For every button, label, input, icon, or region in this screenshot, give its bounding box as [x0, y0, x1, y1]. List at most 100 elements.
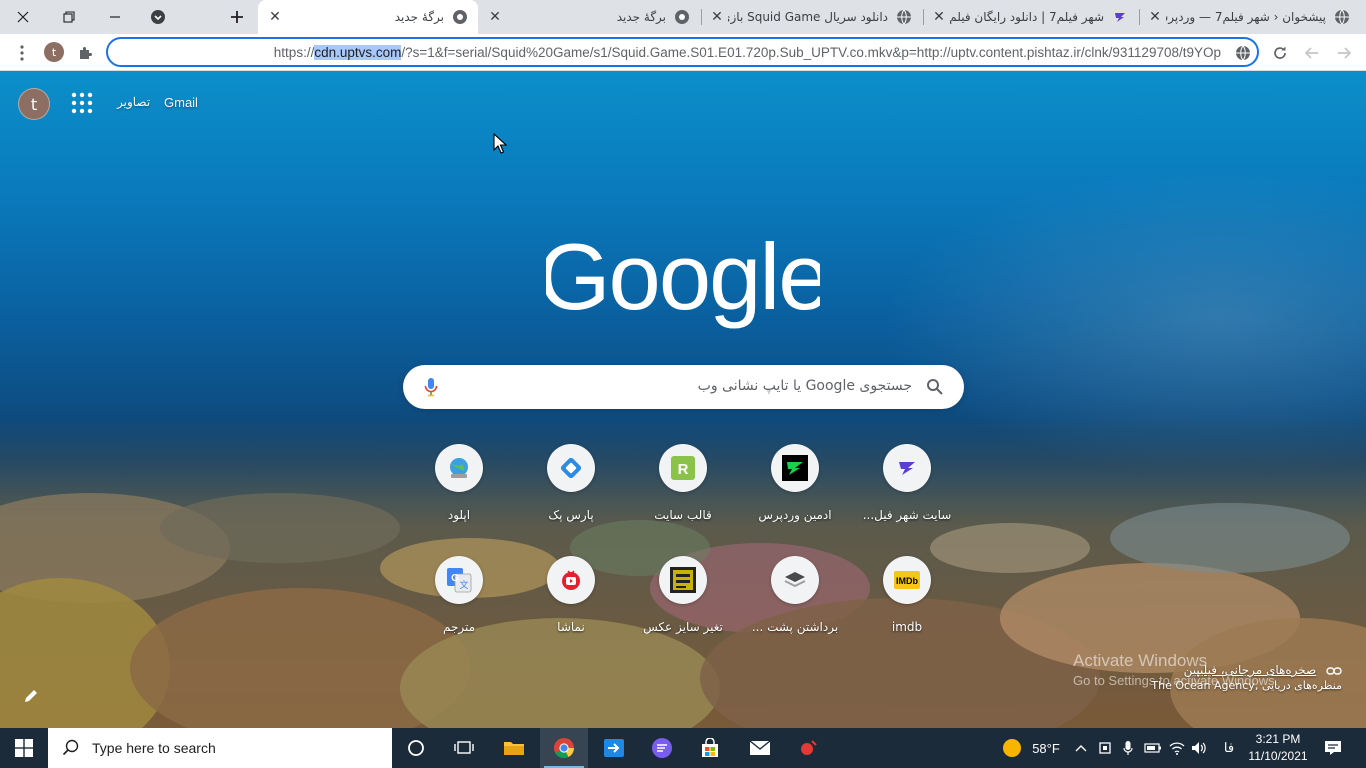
tab-strip: ✕ برگهٔ جدید ✕ برگهٔ جدید ✕ دانلود سریال… — [0, 0, 1366, 34]
shortcut-namasha[interactable]: نماشا — [515, 550, 627, 654]
file-explorer-button[interactable] — [490, 728, 538, 768]
customize-pencil-icon[interactable] — [20, 685, 42, 707]
input-language-button[interactable]: فا — [1216, 728, 1242, 768]
app-taskbar-button-2[interactable] — [638, 728, 686, 768]
ntp-profile-avatar[interactable]: t — [18, 88, 50, 120]
ntp-search-box[interactable]: جستجوی Google یا تایپ نشانی وب — [403, 365, 964, 409]
tab-squid-game[interactable]: ✕ دانلود سریال Squid Game بازی — [702, 0, 922, 34]
sun-icon — [1003, 739, 1022, 757]
shortcut-label: imdb — [891, 620, 923, 634]
network-button[interactable] — [1166, 728, 1188, 768]
google-apps-icon[interactable] — [71, 92, 93, 114]
shortcut-theme-site[interactable]: R قالب سایت — [627, 438, 739, 542]
mail-button[interactable] — [736, 728, 784, 768]
tray-device-icon[interactable] — [1094, 728, 1116, 768]
profile-avatar-button[interactable]: t — [44, 42, 64, 62]
cortana-button[interactable] — [392, 728, 440, 768]
shahrfilm-icon — [883, 444, 931, 492]
upload-globe-icon — [435, 444, 483, 492]
url-text[interactable]: https://cdn.uptvs.com/?s=1&f=serial/Squi… — [274, 45, 1221, 60]
google-logo: Google — [546, 229, 820, 329]
speaker-icon — [1192, 742, 1206, 754]
tab-close-button[interactable]: ✕ — [706, 6, 728, 28]
imdb-icon: IMDb — [883, 556, 931, 604]
site-info-globe-icon[interactable] — [1235, 45, 1251, 61]
tab-shahrfilm[interactable]: ✕ شهر فیلم7 | دانلود رایگان فیلم — [924, 0, 1138, 34]
gmail-link[interactable]: Gmail — [164, 95, 198, 110]
shortcut-label: قالب سایت — [654, 508, 712, 522]
globe-icon — [1334, 9, 1350, 25]
chrome-favicon-icon — [674, 9, 690, 25]
microphone-tray-button[interactable] — [1118, 728, 1138, 768]
shortcut-label: نماشا — [557, 620, 585, 634]
tab-wp-dashboard[interactable]: ✕ پیشخوان ‹ شهر فیلم7 — وردپرس — [1140, 0, 1360, 34]
shortcut-shahrfilm[interactable]: سایت شهر فیل... — [851, 438, 963, 542]
menu-button[interactable] — [8, 39, 36, 67]
windows-taskbar: Type here to search 58°F فا 3:21 PM 11/1… — [0, 728, 1366, 768]
window-close-button[interactable] — [0, 0, 46, 34]
forward-button[interactable] — [1298, 39, 1326, 67]
shortcut-label: تغیر سایز عکس — [643, 620, 723, 634]
extensions-button[interactable] — [72, 39, 100, 67]
url-rest: /?s=1&f=serial/Squid%20Game/s1/Squid.Gam… — [401, 45, 1221, 60]
task-view-button[interactable] — [440, 728, 488, 768]
back-button[interactable] — [1330, 39, 1358, 67]
svg-text:R: R — [678, 461, 689, 478]
reload-button[interactable] — [1266, 39, 1294, 67]
store-button[interactable] — [686, 728, 734, 768]
chevron-up-icon — [1075, 745, 1087, 752]
shortcut-translate[interactable]: G文 مترجم — [403, 550, 515, 654]
tab-close-button[interactable]: ✕ — [928, 6, 950, 28]
shortcut-label: برداشتن پشت ... — [751, 620, 839, 634]
microphone-icon — [1123, 741, 1133, 755]
window-restore-button[interactable] — [46, 0, 92, 34]
shortcut-resize-image[interactable]: تغیر سایز عکس — [627, 550, 739, 654]
recorder-taskbar-button[interactable] — [784, 728, 832, 768]
shortcut-upload[interactable]: اپلود — [403, 438, 515, 542]
notification-center-button[interactable] — [1318, 728, 1348, 768]
volume-button[interactable] — [1188, 728, 1210, 768]
record-icon — [801, 740, 817, 755]
notification-icon — [1325, 741, 1341, 755]
window-minimize-button[interactable] — [92, 0, 138, 34]
parspack-icon — [547, 444, 595, 492]
show-hidden-icons-button[interactable] — [1070, 728, 1092, 768]
chrome-taskbar-button[interactable] — [540, 728, 588, 768]
battery-button[interactable] — [1142, 728, 1164, 768]
weather-widget[interactable]: 58°F — [998, 728, 1064, 768]
background-attribution[interactable]: صخره‌های مرجانی، فیلیپین The Ocean Agenc… — [1151, 663, 1342, 692]
attribution-title[interactable]: صخره‌های مرجانی، فیلیپین — [1184, 663, 1317, 677]
more-vert-icon — [20, 45, 24, 61]
start-button[interactable] — [0, 728, 48, 768]
chrome-icon — [554, 738, 575, 759]
new-tab-button[interactable] — [224, 4, 250, 30]
address-bar[interactable]: https://cdn.uptvs.com/?s=1&f=serial/Squi… — [106, 37, 1259, 67]
shortcut-label: مترجم — [442, 620, 476, 634]
blue-app-icon — [604, 739, 624, 757]
taskbar-search-placeholder: Type here to search — [92, 740, 216, 756]
weather-temperature: 58°F — [1032, 740, 1060, 756]
shortcut-wp-admin[interactable]: ادمین وردپرس — [739, 438, 851, 542]
shortcut-remove-bg[interactable]: برداشتن پشت ... — [739, 550, 851, 654]
tab-close-button[interactable]: ✕ — [484, 6, 506, 28]
tab-new-tab-active[interactable]: ✕ برگهٔ جدید — [258, 0, 478, 34]
tab-close-button[interactable]: ✕ — [1144, 6, 1166, 28]
reload-icon — [1274, 46, 1286, 59]
taskbar-search-box[interactable]: Type here to search — [48, 728, 392, 768]
tab-title: پیشخوان ‹ شهر فیلم7 — وردپرس — [1166, 10, 1326, 24]
images-link[interactable]: تصاویر — [117, 95, 150, 109]
tab-close-button[interactable]: ✕ — [264, 6, 286, 28]
tab-title: دانلود سریال Squid Game بازی — [728, 10, 888, 24]
chevron-down-circle-icon — [151, 10, 165, 24]
shortcut-label: سایت شهر فیل... — [862, 508, 952, 522]
globe-icon — [896, 9, 912, 25]
app-taskbar-button[interactable] — [590, 728, 638, 768]
taskbar-clock[interactable]: 3:21 PM 11/10/2021 — [1246, 731, 1310, 765]
shortcut-parspack[interactable]: پارس پک — [515, 438, 627, 542]
link-icon — [1326, 666, 1342, 675]
microphone-icon[interactable] — [423, 377, 439, 397]
shortcut-imdb[interactable]: IMDb imdb — [851, 550, 963, 654]
tab-search-button[interactable] — [144, 5, 172, 29]
resize-image-icon — [659, 556, 707, 604]
tab-new-tab[interactable]: ✕ برگهٔ جدید — [480, 0, 700, 34]
